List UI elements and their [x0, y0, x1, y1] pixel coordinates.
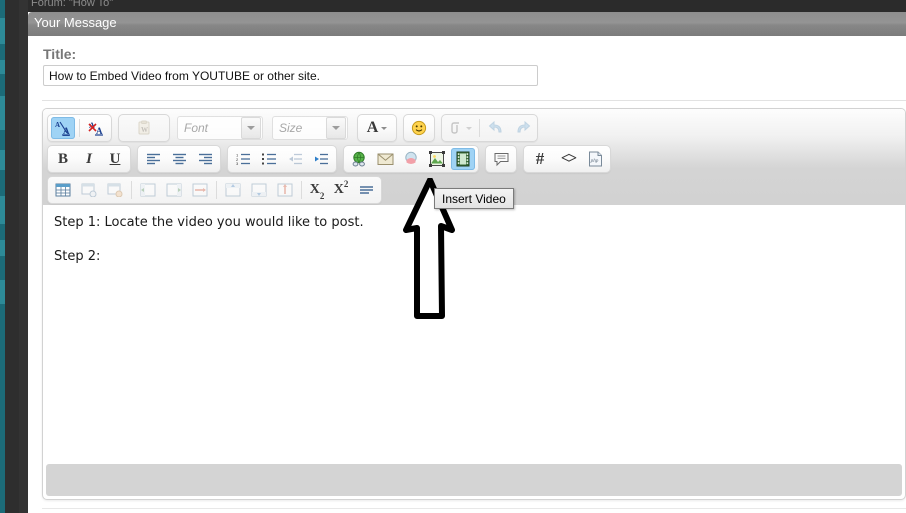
horizontal-rule-icon[interactable]	[354, 179, 378, 201]
message-line-2: Step 2:	[54, 249, 101, 264]
toolbar-separator	[216, 181, 217, 199]
content-area: Title: AA AA	[28, 36, 906, 513]
breadcrumb[interactable]: Forum: "How To"	[31, 0, 113, 10]
toolbar-group-code: # <> php	[523, 145, 611, 173]
toolbar-separator	[79, 119, 80, 137]
chevron-down-icon[interactable]	[241, 117, 261, 139]
message-line-1: Step 1: Locate the video you would like …	[54, 215, 364, 230]
font-family-select[interactable]: Font	[177, 116, 263, 140]
title-label: Title:	[43, 46, 77, 62]
divider-bottom	[42, 508, 906, 509]
insert-row-below-icon[interactable]	[247, 179, 271, 201]
toolbar-group-quote	[485, 145, 517, 173]
undo-icon[interactable]	[484, 117, 508, 139]
insert-row-above-icon[interactable]	[221, 179, 245, 201]
redo-icon[interactable]	[510, 117, 534, 139]
clear-formatting-icon[interactable]: AA	[84, 117, 108, 139]
svg-text:php: php	[589, 158, 598, 164]
svg-text:W: W	[141, 126, 148, 134]
toolbar-group-attach-history	[441, 114, 538, 142]
toolbar-group-insert	[343, 145, 479, 173]
delete-column-icon[interactable]	[188, 179, 212, 201]
underline-icon[interactable]: U	[103, 148, 127, 170]
left-dark-rail-inner	[19, 0, 28, 513]
delete-row-icon[interactable]	[273, 179, 297, 201]
divider-top	[42, 100, 906, 101]
insert-code-icon[interactable]: <>	[555, 148, 581, 170]
align-center-icon[interactable]	[167, 148, 191, 170]
toolbar-group-emoticon	[403, 114, 435, 142]
insert-table-icon[interactable]	[51, 179, 75, 201]
insert-quote-icon[interactable]	[489, 148, 513, 170]
spellcheck-toggle-icon[interactable]: AA	[51, 117, 75, 139]
toolbar-group-basic-format: B I U	[47, 145, 131, 173]
svg-text:A: A	[55, 121, 60, 129]
page-title: Your Message	[34, 15, 117, 30]
toolbar-group-color: A	[357, 114, 397, 142]
title-input[interactable]	[43, 65, 538, 86]
ordered-list-icon[interactable]: 123	[231, 148, 255, 170]
table-properties-icon[interactable]	[77, 179, 101, 201]
toolbar-group-alignment	[137, 145, 221, 173]
text-color-icon[interactable]: A	[361, 117, 393, 139]
attachment-icon[interactable]	[445, 117, 475, 139]
align-left-icon[interactable]	[141, 148, 165, 170]
editor-content-body[interactable]: Step 1: Locate the video you would like …	[43, 205, 905, 463]
delete-table-icon[interactable]	[103, 179, 127, 201]
superscript-icon[interactable]: X2	[330, 179, 352, 201]
indent-icon[interactable]	[309, 148, 333, 170]
font-size-value: Size	[279, 121, 303, 135]
insert-php-icon[interactable]: php	[583, 148, 607, 170]
toolbar-group-lists: 123	[227, 145, 337, 173]
insert-link-icon[interactable]	[347, 148, 371, 170]
insert-video-icon[interactable]	[451, 148, 475, 170]
toolbar-group-spellcheck: AA AA	[47, 114, 112, 142]
toolbar-group-paste: W	[118, 114, 170, 142]
paste-from-word-icon[interactable]: W	[122, 117, 166, 139]
toolbar-row-3: X2 X2	[47, 175, 388, 205]
rich-text-editor: AA AA W Font Size A B I U 1 2 3 # <> php…	[42, 108, 906, 500]
unordered-list-icon[interactable]	[257, 148, 281, 170]
emoticon-icon[interactable]	[407, 117, 431, 139]
italic-icon[interactable]: I	[77, 148, 101, 170]
insert-column-right-icon[interactable]	[162, 179, 186, 201]
toolbar-group-table: X2 X2	[47, 176, 382, 204]
editor-page: Forum: "How To" Your Message Title: AA	[0, 0, 906, 513]
message-document[interactable]: Step 1: Locate the video you would like …	[54, 213, 895, 281]
message-panel-header: Your Message	[28, 12, 906, 36]
toolbar-separator	[479, 119, 480, 137]
insert-hash-icon[interactable]: #	[527, 148, 553, 170]
top-dark-strip	[28, 0, 906, 12]
toolbar-separator	[301, 181, 302, 199]
bold-icon[interactable]: B	[51, 148, 75, 170]
align-right-icon[interactable]	[193, 148, 217, 170]
toolbar-row-1: AA AA W Font Size A	[47, 113, 544, 143]
svg-text:3: 3	[236, 161, 239, 165]
insert-column-left-icon[interactable]	[136, 179, 160, 201]
outdent-icon[interactable]	[283, 148, 307, 170]
toolbar-row-2: B I U 1 2 3 # <> php	[47, 144, 617, 174]
font-family-value: Font	[184, 121, 209, 135]
tooltip-insert-video: Insert Video	[434, 188, 514, 209]
remove-link-icon[interactable]	[399, 148, 423, 170]
chevron-down-icon[interactable]	[326, 117, 346, 139]
editor-statusbar	[46, 464, 902, 496]
toolbar-separator	[131, 181, 132, 199]
font-size-select[interactable]: Size	[272, 116, 348, 140]
insert-image-icon[interactable]	[425, 148, 449, 170]
subscript-icon[interactable]: X2	[306, 179, 328, 201]
insert-email-icon[interactable]	[373, 148, 397, 170]
